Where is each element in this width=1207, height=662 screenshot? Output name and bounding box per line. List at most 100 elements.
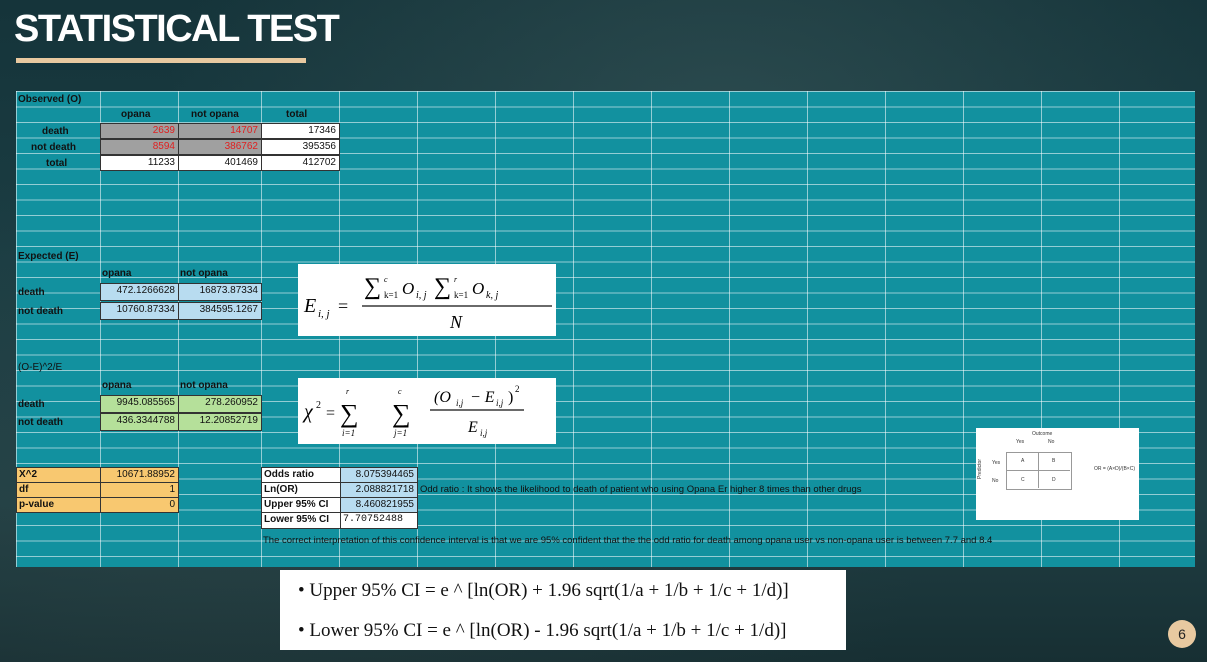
stat-value: 0 [100,497,179,513]
svg-text:∑: ∑ [340,399,359,428]
ci-formula-box: • Upper 95% CI = e ^ [ln(OR) + 1.96 sqrt… [280,570,846,650]
chi-cell: 12.20852719 [178,413,262,431]
svg-text:=: = [326,405,335,422]
chi-cell: 9945.085565 [100,395,179,413]
svg-text:∑: ∑ [392,399,411,428]
observed-cell: 386762 [178,139,262,155]
svg-text:N: N [449,312,463,332]
observed-cell: 395356 [261,139,340,155]
observed-col-not-opana: not opana [191,109,239,120]
odds-value: 2.088821718 [340,482,418,498]
observed-row-total: total [46,158,68,169]
expected-col-opana: opana [102,268,132,279]
svg-text:c: c [398,387,402,396]
chi-col-not-opana: not opana [180,380,228,391]
observed-col-opana: opana [121,109,151,120]
or-cell-c: C [1021,477,1025,483]
observed-cell: 17346 [261,123,340,139]
expected-label: Expected (E) [18,251,79,262]
or-cell-b: B [1052,458,1056,464]
svg-text:E: E [467,419,478,436]
svg-text:i=1: i=1 [342,428,355,438]
title-underline [16,58,306,63]
odds-name: Upper 95% CI [261,497,341,513]
svg-text:c: c [384,275,388,284]
chi-cell: 278.260952 [178,395,262,413]
ci-note: The correct interpretation of this confi… [263,535,993,546]
expected-formula: E i, j = ∑ c k=1 O i, j ∑ r k=1 O k, j N [298,264,556,336]
chi-square-formula: χ 2 = r ∑ i=1 c ∑ j=1 (O i,j − E i,j ) 2… [298,378,556,444]
odds-note: Odd ratio : It shows the likelihood to d… [420,484,862,495]
chi-cell: 436.3344788 [100,413,179,431]
svg-text:− E: − E [470,389,495,406]
chi-row-death: death [18,399,45,410]
observed-cell: 401469 [178,155,262,171]
stat-value: 1 [100,482,179,498]
observed-cell: 2639 [100,123,179,139]
observed-cell: 11233 [100,155,179,171]
expected-cell: 16873.87334 [178,283,262,301]
expected-row-not-death: not death [18,306,63,317]
or-predictor-label: Predictor [977,458,984,480]
expected-row-death: death [18,287,45,298]
stat-name: p-value [16,497,101,513]
observed-label: Observed (O) [18,94,82,105]
observed-col-total: total [286,109,308,120]
or-cell-d: D [1052,477,1056,483]
svg-text:k=1: k=1 [454,290,468,300]
or-yes-label: Yes [1016,439,1025,445]
or-no-label: No [1048,439,1055,445]
svg-text:i,j: i,j [480,428,488,438]
svg-text:i,j: i,j [496,398,504,408]
odds-name: Ln(OR) [261,482,341,498]
stat-name: X^2 [16,467,101,483]
upper-ci-formula: • Upper 95% CI = e ^ [ln(OR) + 1.96 sqrt… [298,580,789,601]
or-row-no: No [992,478,999,484]
odds-value: 8.460821955 [340,497,418,513]
svg-text:2: 2 [515,384,520,394]
svg-text:(O: (O [434,389,451,406]
svg-text:r: r [346,387,350,396]
or-row-yes: Yes [992,460,1001,466]
svg-text:=: = [338,296,348,316]
svg-text:i, j: i, j [318,308,330,320]
svg-text:χ: χ [302,401,314,423]
slide-title: STATISTICAL TEST [14,8,340,50]
svg-text:∑: ∑ [434,274,451,300]
svg-text:O: O [402,279,414,298]
chi-col-opana: opana [102,380,132,391]
expected-cell: 472.1266628 [100,283,179,301]
odds-value: 8.075394465 [340,467,418,483]
svg-text:): ) [508,389,513,406]
svg-text:∑: ∑ [364,274,381,300]
page-number: 6 [1168,620,1196,648]
observed-row-not-death: not death [31,142,76,153]
observed-cell: 8594 [100,139,179,155]
expected-col-not-opana: not opana [180,268,228,279]
stat-name: df [16,482,101,498]
svg-text:k=1: k=1 [384,290,398,300]
observed-cell: 412702 [261,155,340,171]
or-cell-a: A [1021,458,1025,464]
stat-value: 10671.88952 [100,467,179,483]
or-formula: OR = (A×D)/(B×C) [1094,466,1135,472]
chi-row-not-death: not death [18,417,63,428]
svg-text:i,j: i,j [456,398,464,408]
svg-text:2: 2 [316,400,321,411]
svg-text:j=1: j=1 [393,428,407,438]
observed-cell: 14707 [178,123,262,139]
svg-text:E: E [303,295,316,317]
odds-ratio-table-image: Outcome Yes No Predictor Yes No A B C D … [976,428,1139,520]
svg-text:i, j: i, j [416,290,427,301]
expected-cell: 384595.1267 [178,302,262,320]
expected-cell: 10760.87334 [100,302,179,320]
odds-name: Lower 95% CI [261,512,341,529]
observed-row-death: death [42,126,69,137]
svg-text:r: r [454,275,458,284]
svg-text:O: O [472,279,484,298]
or-outcome-label: Outcome [1032,431,1053,437]
chi-terms-label: (O-E)^2/E [18,362,63,373]
svg-text:k, j: k, j [486,290,498,301]
odds-value: 7.70752488 [340,512,418,529]
odds-name: Odds ratio [261,467,341,483]
